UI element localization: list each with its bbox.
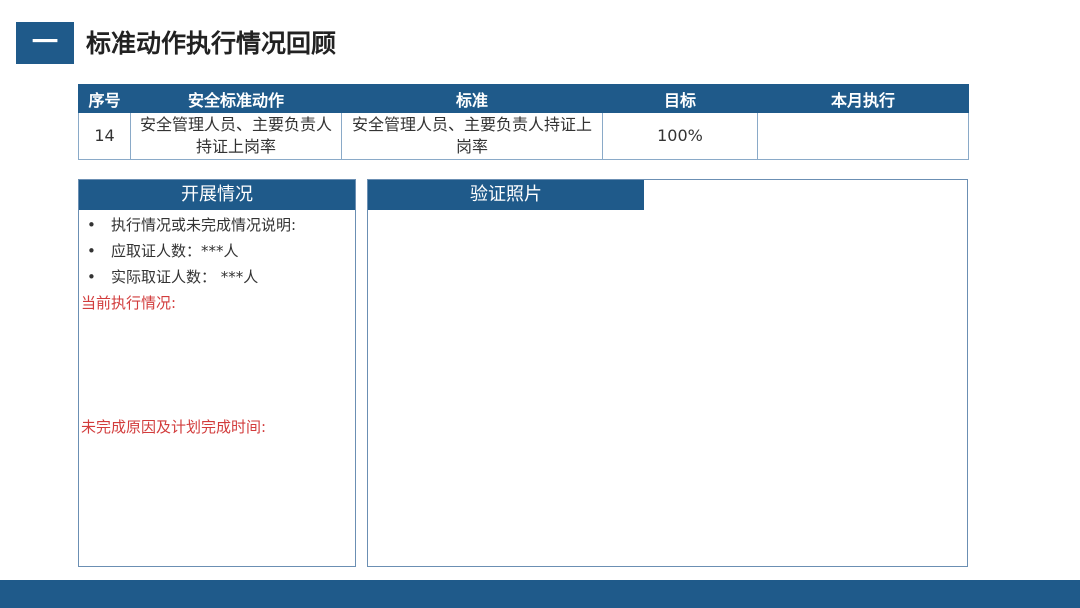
column-header-monthly-execution: 本月执行 bbox=[757, 84, 969, 113]
bullet-icon: • bbox=[87, 216, 96, 234]
list-item: • 执行情况或未完成情况说明: bbox=[79, 212, 355, 238]
progress-panel-title: 开展情况 bbox=[79, 180, 355, 210]
bullet-icon: • bbox=[87, 242, 96, 260]
bullet-text: 应取证人数：***人 bbox=[111, 242, 239, 260]
progress-panel: 开展情况 • 执行情况或未完成情况说明: • 应取证人数：***人 • 实际取证人数：… bbox=[78, 179, 356, 567]
bullet-text: 实际取证人数： ***人 bbox=[111, 268, 259, 286]
column-header-standard: 标准 bbox=[341, 84, 603, 113]
table-header-row: 序号 安全标准动作 标准 目标 本月执行 bbox=[78, 84, 969, 113]
bullet-text: 执行情况或未完成情况说明: bbox=[111, 216, 297, 234]
bullet-icon: • bbox=[87, 268, 96, 286]
current-status-label: 当前执行情况: bbox=[81, 294, 177, 312]
cell-action: 安全管理人员、主要负责人持证上岗率 bbox=[130, 112, 342, 160]
photo-panel-title: 验证照片 bbox=[368, 180, 644, 210]
cell-monthly-execution[interactable] bbox=[757, 112, 969, 160]
list-item: • 实际取证人数： ***人 bbox=[79, 264, 355, 290]
cell-index: 14 bbox=[78, 112, 131, 160]
table-row: 14 安全管理人员、主要负责人持证上岗率 安全管理人员、主要负责人持证上岗率 1… bbox=[78, 112, 969, 160]
standard-action-table: 序号 安全标准动作 标准 目标 本月执行 14 安全管理人员、主要负责人持证上岗… bbox=[78, 84, 969, 160]
column-header-index: 序号 bbox=[78, 84, 131, 113]
list-item: • 应取证人数：***人 bbox=[79, 238, 355, 264]
cell-target: 100% bbox=[602, 112, 758, 160]
progress-bullet-list: • 执行情况或未完成情况说明: • 应取证人数：***人 • 实际取证人数： ***人 bbox=[79, 210, 355, 290]
photo-panel: 验证照片 bbox=[367, 179, 968, 567]
section-number-badge: 一 bbox=[16, 22, 74, 64]
column-header-action: 安全标准动作 bbox=[130, 84, 342, 113]
footer-bar bbox=[0, 580, 1080, 608]
column-header-target: 目标 bbox=[602, 84, 758, 113]
incomplete-reason-label: 未完成原因及计划完成时间: bbox=[81, 418, 267, 436]
cell-standard: 安全管理人员、主要负责人持证上岗率 bbox=[341, 112, 603, 160]
page-title: 标准动作执行情况回顾 bbox=[86, 29, 337, 58]
